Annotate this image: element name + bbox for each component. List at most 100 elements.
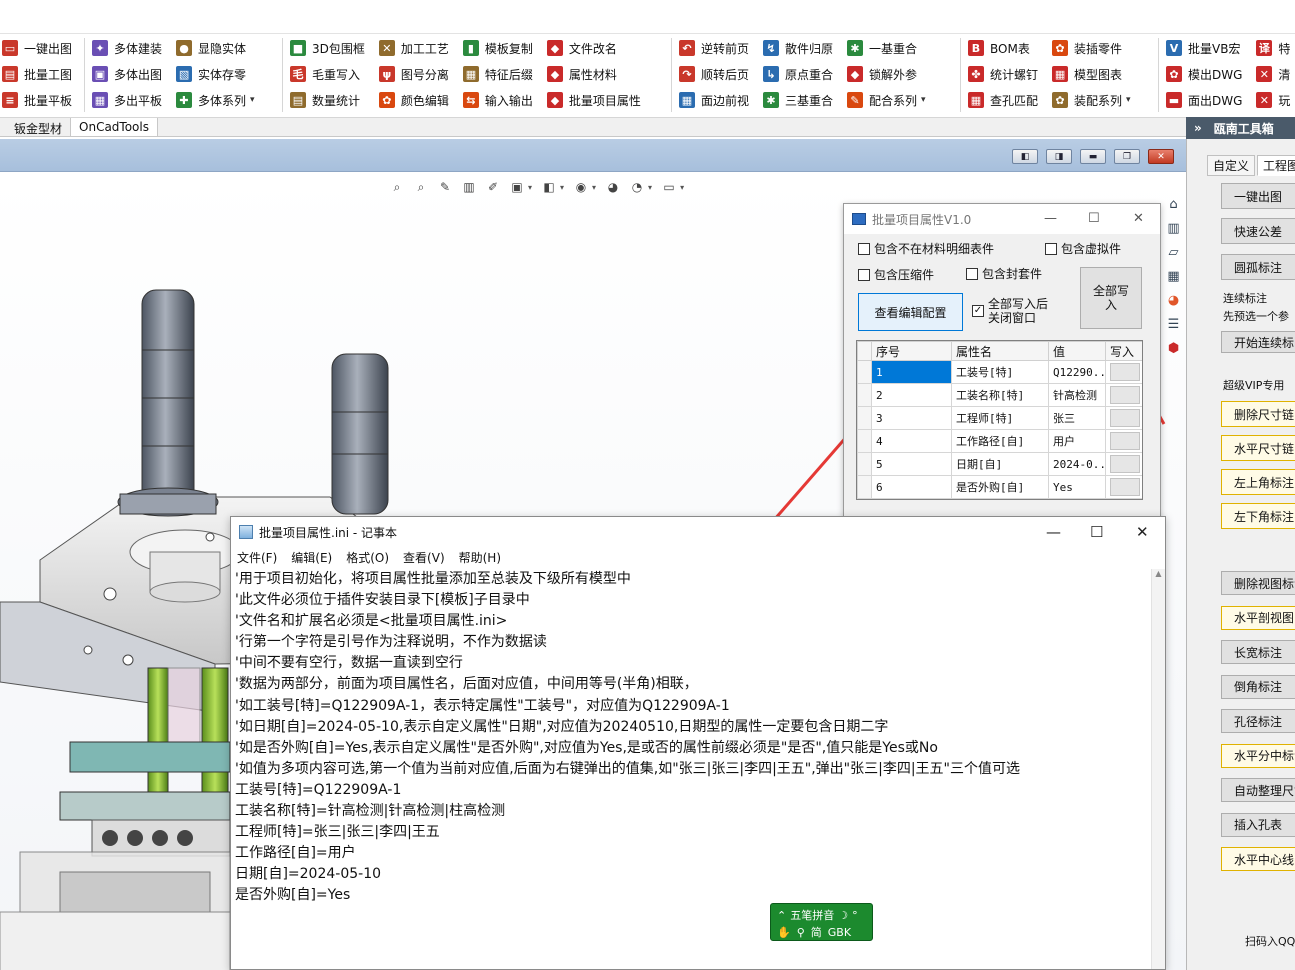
rp-tool-button[interactable]: 孔径标注	[1221, 709, 1295, 733]
ribbon-multibody-series-button[interactable]: ✚ 多体系列 ▾	[176, 87, 255, 113]
ribbon-lock-external-ref-button[interactable]: ◆ 锁解外参	[847, 61, 926, 87]
ribbon-parts-restore-button[interactable]: ↯ 散件归原	[763, 35, 833, 61]
table-row[interactable]: 5日期[自]2024-0...	[857, 452, 1142, 476]
cell-value[interactable]: Q12290...	[1048, 360, 1106, 384]
close-after-write-checkbox[interactable]: ✓ 全部写入后 关闭窗口	[972, 297, 1048, 325]
ribbon-reverse-front-button[interactable]: ↶ 逆转前页	[679, 35, 749, 61]
cell-no[interactable]: 4	[871, 429, 952, 453]
cell-write[interactable]	[1105, 452, 1142, 476]
cell-value[interactable]: Yes	[1048, 475, 1106, 499]
ribbon-model-chart-button[interactable]: ▦ 模型图表	[1052, 61, 1131, 87]
rp-tool-button[interactable]: 水平分中标注	[1221, 743, 1295, 768]
tile-left-icon[interactable]: ◧	[1012, 149, 1038, 164]
restore-doc-button[interactable]: ❐	[1114, 149, 1140, 164]
search-icon[interactable]: ⚲	[797, 926, 805, 939]
zoom-area-icon[interactable]: ⌕	[412, 178, 430, 196]
cell-write[interactable]	[1105, 406, 1142, 430]
ribbon-origin-coincide-button[interactable]: ↳ 原点重合	[763, 61, 833, 87]
ribbon-show-hide-body-button[interactable]: ● 显隐实体	[176, 35, 255, 61]
menu-help[interactable]: 帮助(H)	[459, 549, 501, 566]
maximize-icon[interactable]: ☐	[1090, 523, 1103, 541]
ribbon-special-button[interactable]: 译特	[1256, 35, 1290, 61]
ribbon-three-base-coincide-button[interactable]: ✱ 三基重合	[763, 87, 833, 113]
addin-icon[interactable]: ⬢	[1164, 338, 1184, 358]
scroll-up-icon[interactable]: ▲	[1152, 569, 1165, 578]
include-not-in-bom-checkbox[interactable]: 包含不在材料明细表件	[858, 240, 994, 257]
view-settings-icon[interactable]: ▭	[660, 178, 678, 196]
cell-no[interactable]: 2	[871, 383, 952, 407]
rp-tab-custom[interactable]: 自定义	[1207, 155, 1256, 176]
cell-name[interactable]: 是否外购[自]	[951, 475, 1049, 499]
minimize-doc-button[interactable]: ▬	[1080, 149, 1106, 164]
table-row[interactable]: 3 工程师[特] 张三	[857, 406, 1142, 430]
minimize-icon[interactable]: —	[1044, 211, 1057, 226]
rp-quick-tolerance-button[interactable]: 快速公差	[1221, 218, 1295, 244]
tab-sheet-metal[interactable]: 钣金型材	[0, 118, 72, 136]
chevron-down-icon[interactable]: ▾	[592, 183, 596, 192]
file-explorer-icon[interactable]: ▱	[1164, 242, 1184, 262]
apply-scene-icon[interactable]: ◔	[628, 178, 646, 196]
table-row[interactable]: 6 是否外购[自] Yes	[857, 475, 1142, 499]
ribbon-hole-match-button[interactable]: ▦ 查孔匹配	[968, 87, 1038, 113]
menu-format[interactable]: 格式(O)	[346, 549, 389, 566]
ribbon-template-copy-button[interactable]: ▮ 模板复制	[462, 35, 533, 61]
rp-vip-button[interactable]: 删除尺寸链	[1221, 401, 1295, 427]
write-cell-button[interactable]	[1110, 386, 1140, 404]
chevron-down-icon[interactable]: ▾	[921, 95, 926, 105]
chevron-down-icon[interactable]: ▾	[250, 95, 255, 105]
cell-name[interactable]: 工装名称[特]	[951, 383, 1049, 407]
rp-start-continuous-button[interactable]: 开始连续标	[1221, 331, 1295, 353]
collapse-chevron-icon[interactable]: »	[1194, 121, 1202, 135]
ribbon-assembly-series-button[interactable]: ✿ 装配系列 ▾	[1052, 87, 1131, 113]
ribbon-drawing-number-split-button[interactable]: ψ 图号分离	[378, 61, 449, 87]
ribbon-one-click-drawing-button[interactable]: ▭ 一键出图	[2, 35, 72, 61]
display-style-icon[interactable]: ◧	[540, 178, 558, 196]
rp-tab-drawing[interactable]: 工程图	[1257, 155, 1295, 176]
punctuation-icon[interactable]: °	[852, 909, 858, 922]
ribbon-gross-weight-button[interactable]: 毛毛重写入	[290, 61, 365, 87]
ribbon-vba-macro-button[interactable]: V 批量VB宏	[1166, 35, 1242, 61]
table-row[interactable]: 1工装号[特]Q12290...	[857, 360, 1142, 384]
row-header[interactable]	[857, 452, 872, 476]
rp-tool-button[interactable]: 长宽标注	[1221, 640, 1295, 664]
maximize-icon[interactable]: ☐	[1088, 211, 1100, 226]
cell-name[interactable]: 日期[自]	[951, 452, 1049, 476]
cell-write[interactable]	[1105, 360, 1142, 384]
write-all-button[interactable]: 全部写入	[1080, 267, 1142, 329]
ribbon-input-output-button[interactable]: ⇆ 输入输出	[462, 87, 533, 113]
ribbon-face-dwg-button[interactable]: ▬ 面出DWG	[1166, 87, 1242, 113]
cell-no[interactable]: 3	[871, 406, 952, 430]
chevron-down-icon[interactable]: ▾	[1126, 95, 1131, 105]
tile-right-icon[interactable]: ◨	[1046, 149, 1072, 164]
ribbon-property-material-button[interactable]: ◆ 属性材料	[546, 61, 641, 87]
menu-file[interactable]: 文件(F)	[237, 549, 277, 566]
moon-icon[interactable]: ☽	[838, 909, 848, 922]
ribbon-save-body-part-button[interactable]: ▧ 实体存零	[176, 61, 255, 87]
write-cell-button[interactable]	[1110, 363, 1140, 381]
cell-no[interactable]: 5	[871, 452, 952, 476]
chevron-down-icon[interactable]: ▾	[680, 183, 684, 192]
edit-appearance-icon[interactable]: ◕	[604, 178, 622, 196]
rp-tool-button[interactable]: 删除视图标注	[1221, 571, 1295, 595]
cell-name[interactable]: 工作路径[自]	[951, 429, 1049, 453]
write-cell-button[interactable]	[1110, 455, 1140, 473]
cell-no[interactable]: 1	[871, 360, 952, 384]
ribbon-insert-part-button[interactable]: ✿ 装插零件	[1052, 35, 1131, 61]
ribbon-clear-button[interactable]: ✕ 清	[1256, 61, 1290, 87]
hide-show-items-icon[interactable]: ◉	[572, 178, 590, 196]
row-header[interactable]	[857, 429, 872, 453]
cell-write[interactable]	[1105, 475, 1142, 499]
section-view-icon[interactable]: ▥	[460, 178, 478, 196]
include-virtual-checkbox[interactable]: 包含虚拟件	[1045, 240, 1121, 257]
design-library-icon[interactable]: ▥	[1164, 218, 1184, 238]
chevron-down-icon[interactable]: ▾	[528, 183, 532, 192]
table-row[interactable]: 4 工作路径[自] 用户	[857, 429, 1142, 453]
close-doc-button[interactable]: ✕	[1148, 149, 1174, 164]
zoom-to-fit-icon[interactable]: ⌕	[388, 178, 406, 196]
chevron-down-icon[interactable]: ▾	[648, 183, 652, 192]
table-row[interactable]: 2 工装名称[特] 针高检测	[857, 383, 1142, 407]
home-icon[interactable]: ⌂	[1164, 194, 1184, 214]
cell-write[interactable]	[1105, 383, 1142, 407]
row-header[interactable]	[857, 360, 872, 384]
cell-name[interactable]: 工装号[特]	[951, 360, 1049, 384]
